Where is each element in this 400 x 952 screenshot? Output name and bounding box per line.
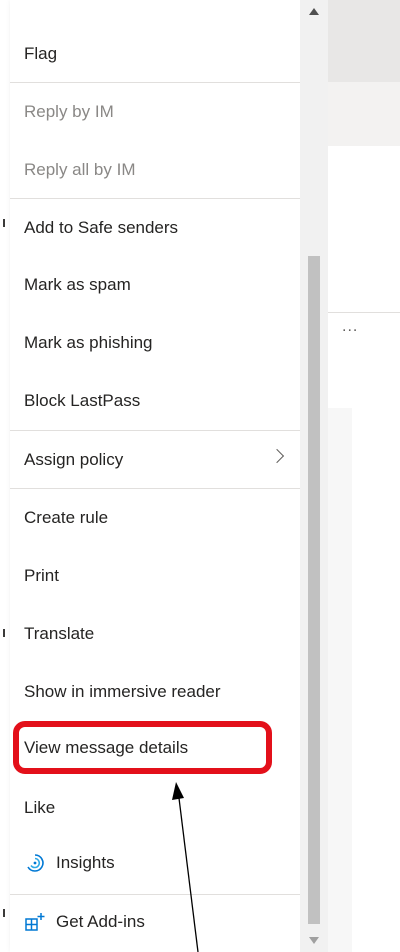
arrow-annotation <box>172 782 199 952</box>
